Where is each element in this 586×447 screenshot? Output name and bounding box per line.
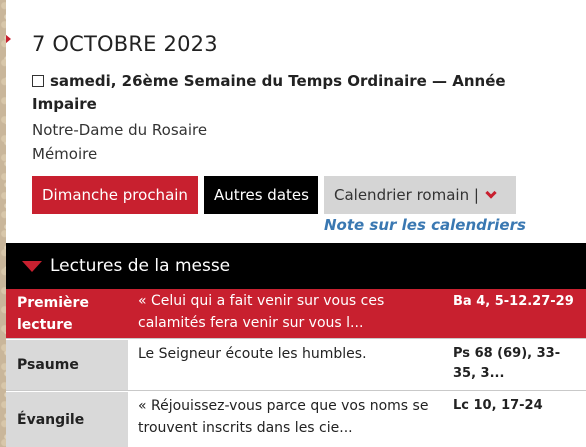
reading-row-gospel[interactable]: Évangile « Réjouissez-vous parce que vos… (6, 392, 586, 447)
reading-reference: Ba 4, 5-12.27-29 (453, 294, 574, 309)
day-description: samedi, 26ème Semaine du Temps Ordinaire… (32, 70, 552, 116)
other-dates-button[interactable]: Autres dates (204, 176, 318, 214)
reading-row-first[interactable]: Première lecture « Celui qui a fait veni… (6, 289, 586, 339)
feast-info: Notre-Dame du Rosaire Mémoire (32, 118, 207, 166)
calendar-note-link[interactable]: Note sur les calendriers (324, 216, 526, 234)
calendar-dropdown[interactable]: Calendrier romain | (324, 176, 516, 214)
reading-label: Psaume (6, 340, 128, 390)
page-title: 7 OCTOBRE 2023 (32, 32, 218, 56)
readings-section-header[interactable]: Lectures de la messe (6, 243, 586, 289)
triangle-down-icon (22, 261, 42, 272)
chevron-down-icon (485, 187, 497, 199)
reading-excerpt[interactable]: « Celui qui a fait venir sur vous ces ca… (138, 290, 438, 334)
readings-section-title: Lectures de la messe (50, 256, 231, 276)
feast-name: Notre-Dame du Rosaire (32, 121, 208, 139)
day-checkbox[interactable] (32, 75, 44, 87)
reading-label: Évangile (6, 392, 128, 447)
liturgy-card: 7 OCTOBRE 2023 samedi, 26ème Semaine du … (6, 0, 586, 447)
reading-row-psalm[interactable]: Psaume Le Seigneur écoute les humbles. P… (6, 340, 586, 391)
reading-label: Première lecture (17, 294, 89, 333)
reading-reference: Ps 68 (69), 33-35, 3... (453, 346, 561, 381)
reading-excerpt[interactable]: « Réjouissez-vous parce que vos noms se … (138, 395, 438, 439)
next-sunday-button[interactable]: Dimanche prochain (32, 176, 198, 214)
active-date-marker (6, 34, 11, 44)
feast-rank: Mémoire (32, 145, 98, 163)
reading-reference: Lc 10, 17-24 (453, 398, 543, 413)
reading-excerpt[interactable]: Le Seigneur écoute les humbles. (138, 343, 438, 365)
day-description-text: samedi, 26ème Semaine du Temps Ordinaire… (32, 72, 506, 113)
calendar-dropdown-label: Calendrier romain | (334, 186, 479, 204)
